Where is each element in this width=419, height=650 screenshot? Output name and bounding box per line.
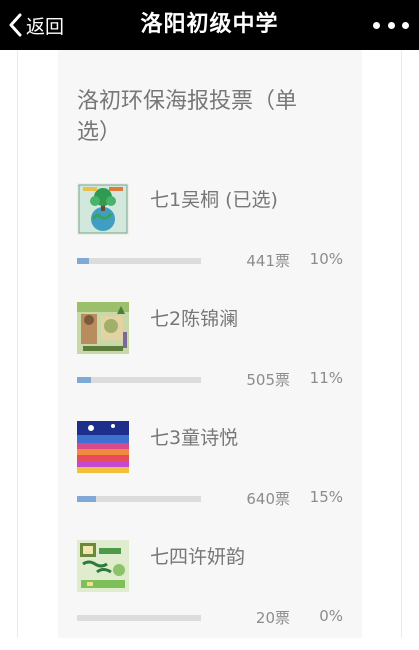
poster-thumbnail bbox=[77, 540, 129, 592]
option-name: 七四许妍韵 bbox=[150, 546, 246, 568]
page-margin-line-right bbox=[401, 50, 402, 638]
dot bbox=[387, 21, 395, 29]
dot bbox=[373, 21, 380, 29]
poll-option[interactable]: 七2陈锦澜 505票 11% bbox=[58, 302, 362, 412]
vote-percent: 10% bbox=[309, 250, 343, 268]
option-name: 七3童诗悦 bbox=[150, 427, 239, 449]
vote-percent: 11% bbox=[309, 369, 343, 387]
poll-option[interactable]: 七3童诗悦 640票 15% bbox=[58, 421, 362, 531]
vote-percent: 15% bbox=[309, 488, 343, 506]
option-name: 七2陈锦澜 bbox=[150, 308, 239, 330]
vote-progress-bar bbox=[77, 258, 201, 264]
poster-thumbnail bbox=[77, 302, 129, 354]
vote-progress-fill bbox=[77, 258, 90, 264]
vote-count: 20票 bbox=[255, 609, 290, 627]
vote-progress-bar bbox=[77, 615, 201, 621]
page-margin-line-left bbox=[17, 50, 18, 638]
back-button[interactable]: 返回 bbox=[8, 10, 64, 40]
poster-thumbnail bbox=[77, 421, 129, 473]
poster-thumbnail bbox=[77, 183, 129, 235]
vote-count: 505票 bbox=[246, 371, 290, 389]
vote-count: 640票 bbox=[246, 490, 290, 508]
vote-progress-bar bbox=[77, 377, 201, 383]
nav-bar: 返回 洛阳初级中学 bbox=[0, 0, 419, 50]
poll-title: 洛初环保海报投票（单选） bbox=[77, 89, 298, 145]
vote-count: 441票 bbox=[246, 252, 290, 270]
vote-progress-fill bbox=[77, 377, 91, 383]
poll-card: 洛初环保海报投票（单选） 七1吴桐 (已选) 441票 10% 七2陈锦澜 50… bbox=[58, 50, 362, 638]
dot bbox=[402, 21, 409, 29]
poll-option[interactable]: 七1吴桐 (已选) 441票 10% bbox=[58, 183, 362, 293]
poll-option[interactable]: 七四许妍韵 20票 0% bbox=[58, 540, 362, 650]
vote-progress-bar bbox=[77, 496, 201, 502]
more-dots-icon[interactable] bbox=[373, 14, 409, 36]
vote-percent: 0% bbox=[319, 607, 343, 625]
option-name: 七1吴桐 (已选) bbox=[150, 189, 278, 211]
vote-progress-fill bbox=[77, 496, 96, 502]
chevron-left-icon bbox=[9, 13, 22, 37]
back-label: 返回 bbox=[26, 15, 65, 38]
